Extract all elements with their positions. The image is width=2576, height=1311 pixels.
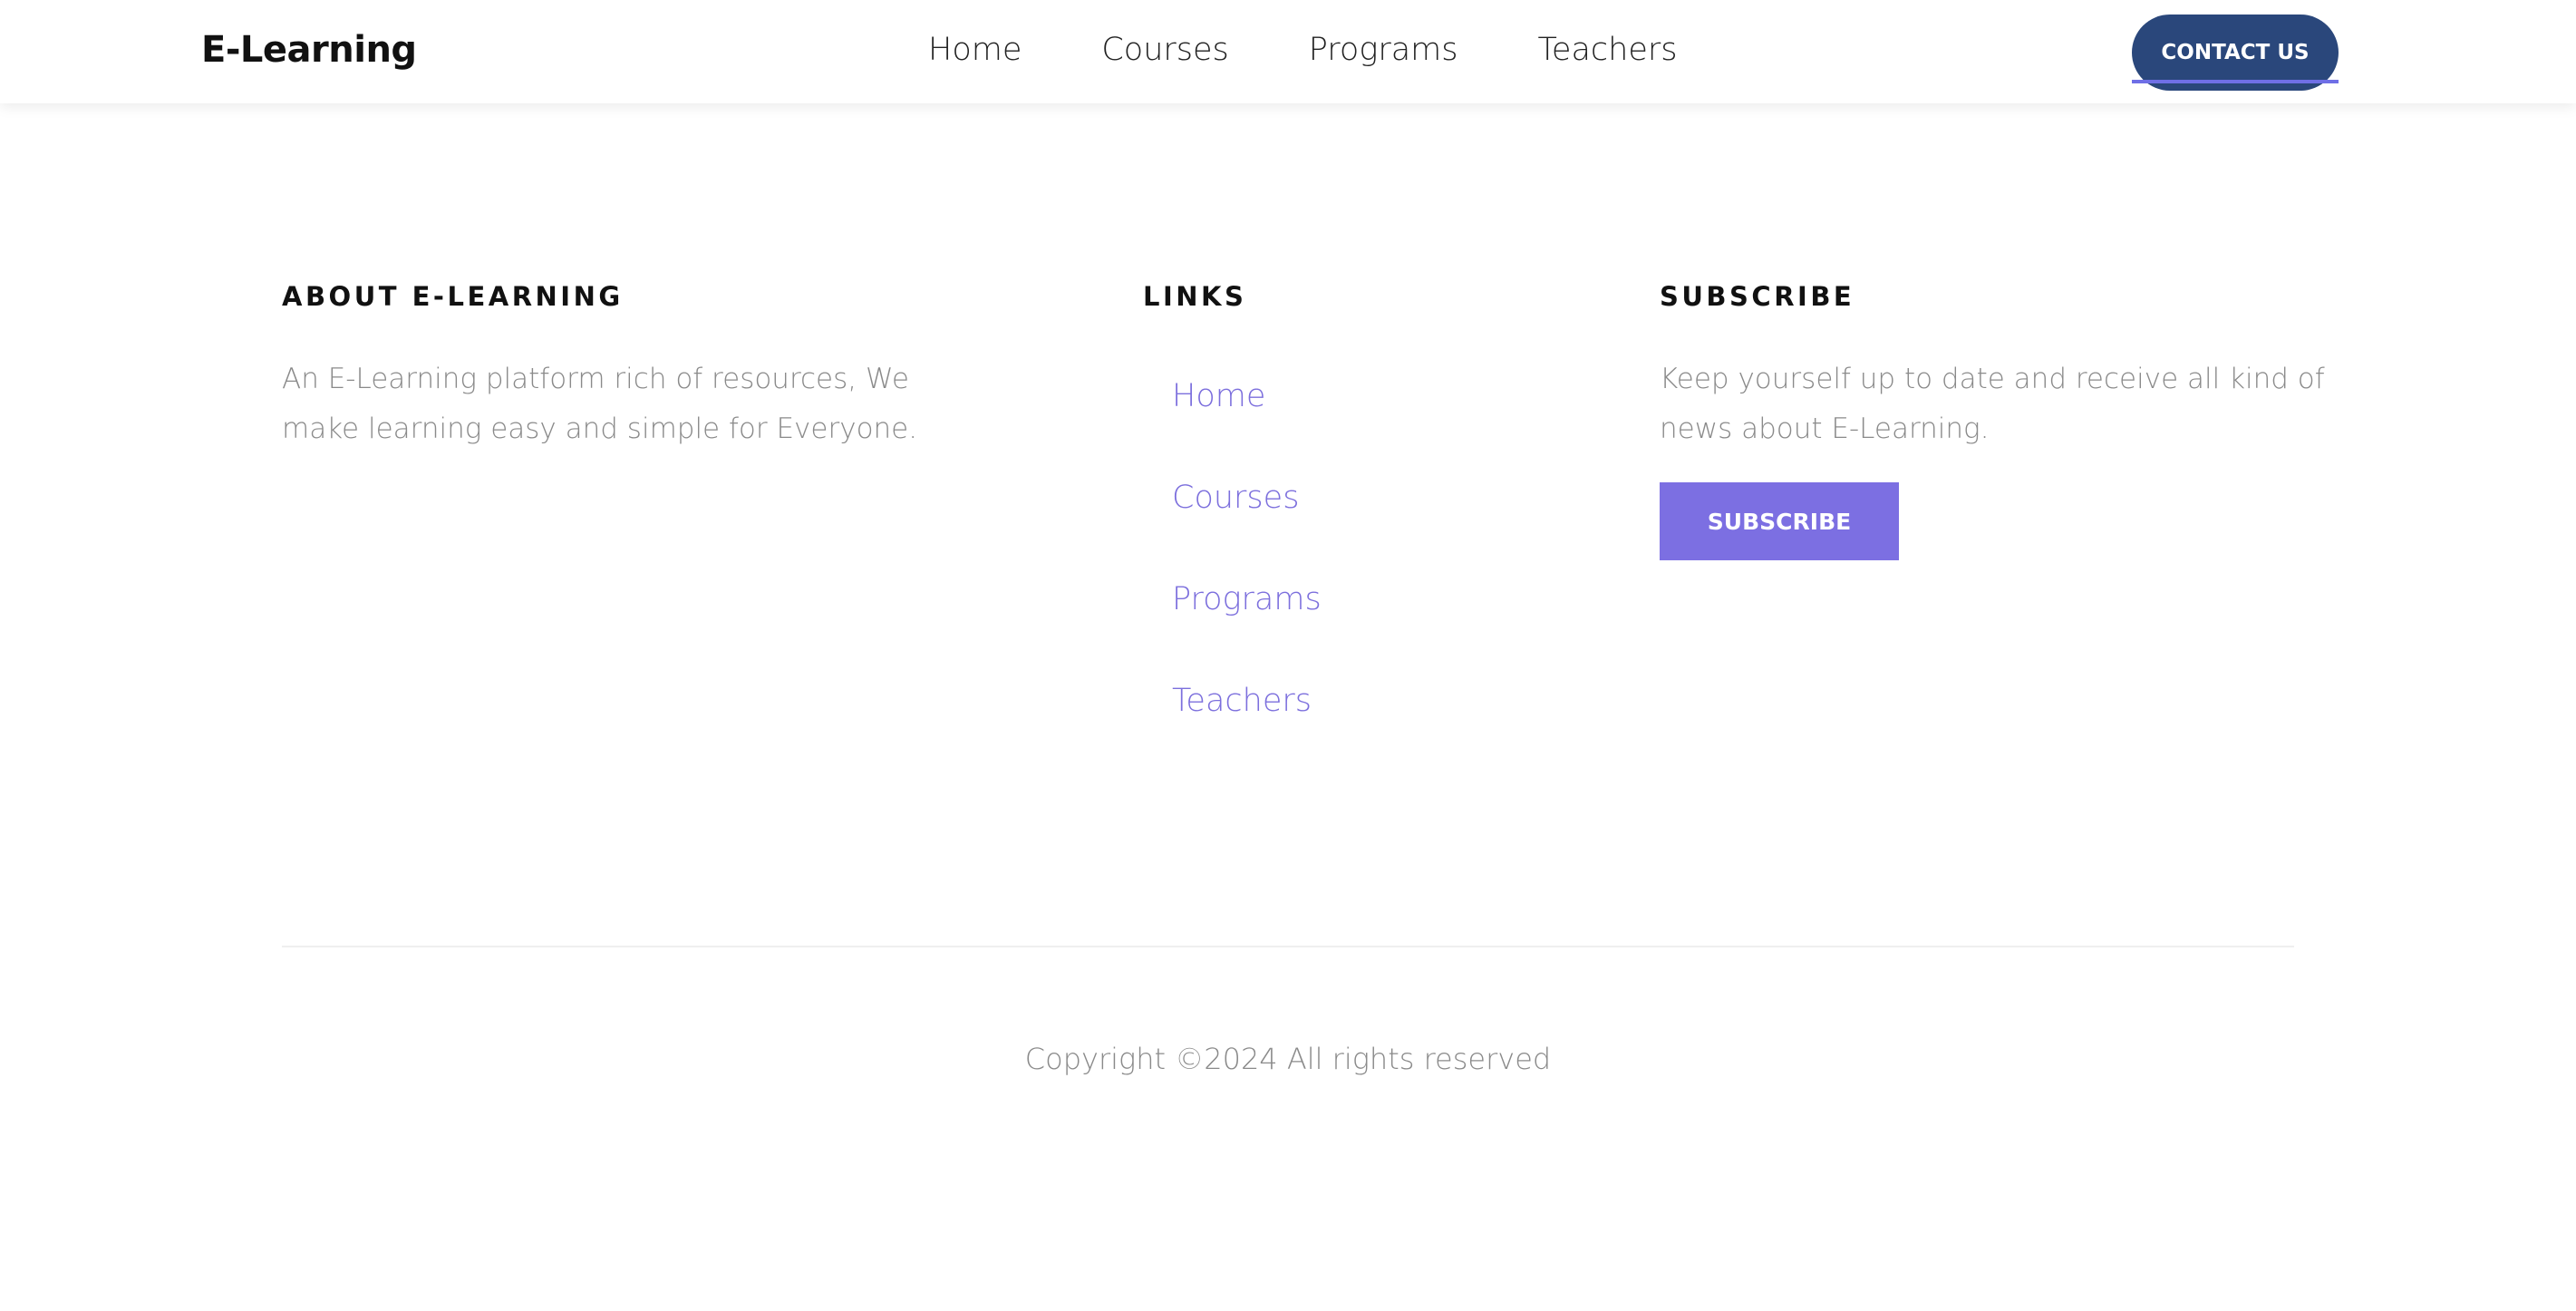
subscribe-text-line-1: Keep yourself up to date and receive all… xyxy=(1660,363,2325,395)
nav-teachers[interactable]: Teachers xyxy=(1538,27,1678,73)
links-heading: LINKS xyxy=(1143,281,1247,312)
about-text: An E-Learning platform rich of resources… xyxy=(282,354,971,454)
about-text-line-1: An E-Learning platform rich of resources… xyxy=(282,363,909,395)
contact-button-underline xyxy=(2132,80,2339,83)
nav-home[interactable]: Home xyxy=(928,27,1022,73)
about-heading: ABOUT E-LEARNING xyxy=(282,281,624,312)
subscribe-text: Keep yourself up to date and receive all… xyxy=(1660,354,2348,454)
footer-link-programs[interactable]: Programs xyxy=(1172,578,1322,621)
footer-link-home[interactable]: Home xyxy=(1172,374,1265,418)
subscribe-text-line-2: news about E-Learning. xyxy=(1660,413,1990,445)
main-nav: Home Courses Programs Teachers xyxy=(928,27,1758,73)
copyright-text: Copyright ©2024 All rights reserved xyxy=(1024,1042,1552,1076)
subscribe-button[interactable]: SUBSCRIBE xyxy=(1660,482,1899,560)
footer-link-teachers[interactable]: Teachers xyxy=(1172,679,1312,723)
footer-divider xyxy=(282,946,2294,947)
about-text-line-2: make learning easy and simple for Everyo… xyxy=(282,413,918,445)
site-logo[interactable]: E-Learning xyxy=(201,27,417,73)
footer-link-courses[interactable]: Courses xyxy=(1172,476,1299,520)
subscribe-heading: SUBSCRIBE xyxy=(1660,281,1855,312)
nav-programs[interactable]: Programs xyxy=(1309,27,1458,73)
nav-courses[interactable]: Courses xyxy=(1101,27,1228,73)
site-header: E-Learning Home Courses Programs Teacher… xyxy=(0,0,2576,103)
